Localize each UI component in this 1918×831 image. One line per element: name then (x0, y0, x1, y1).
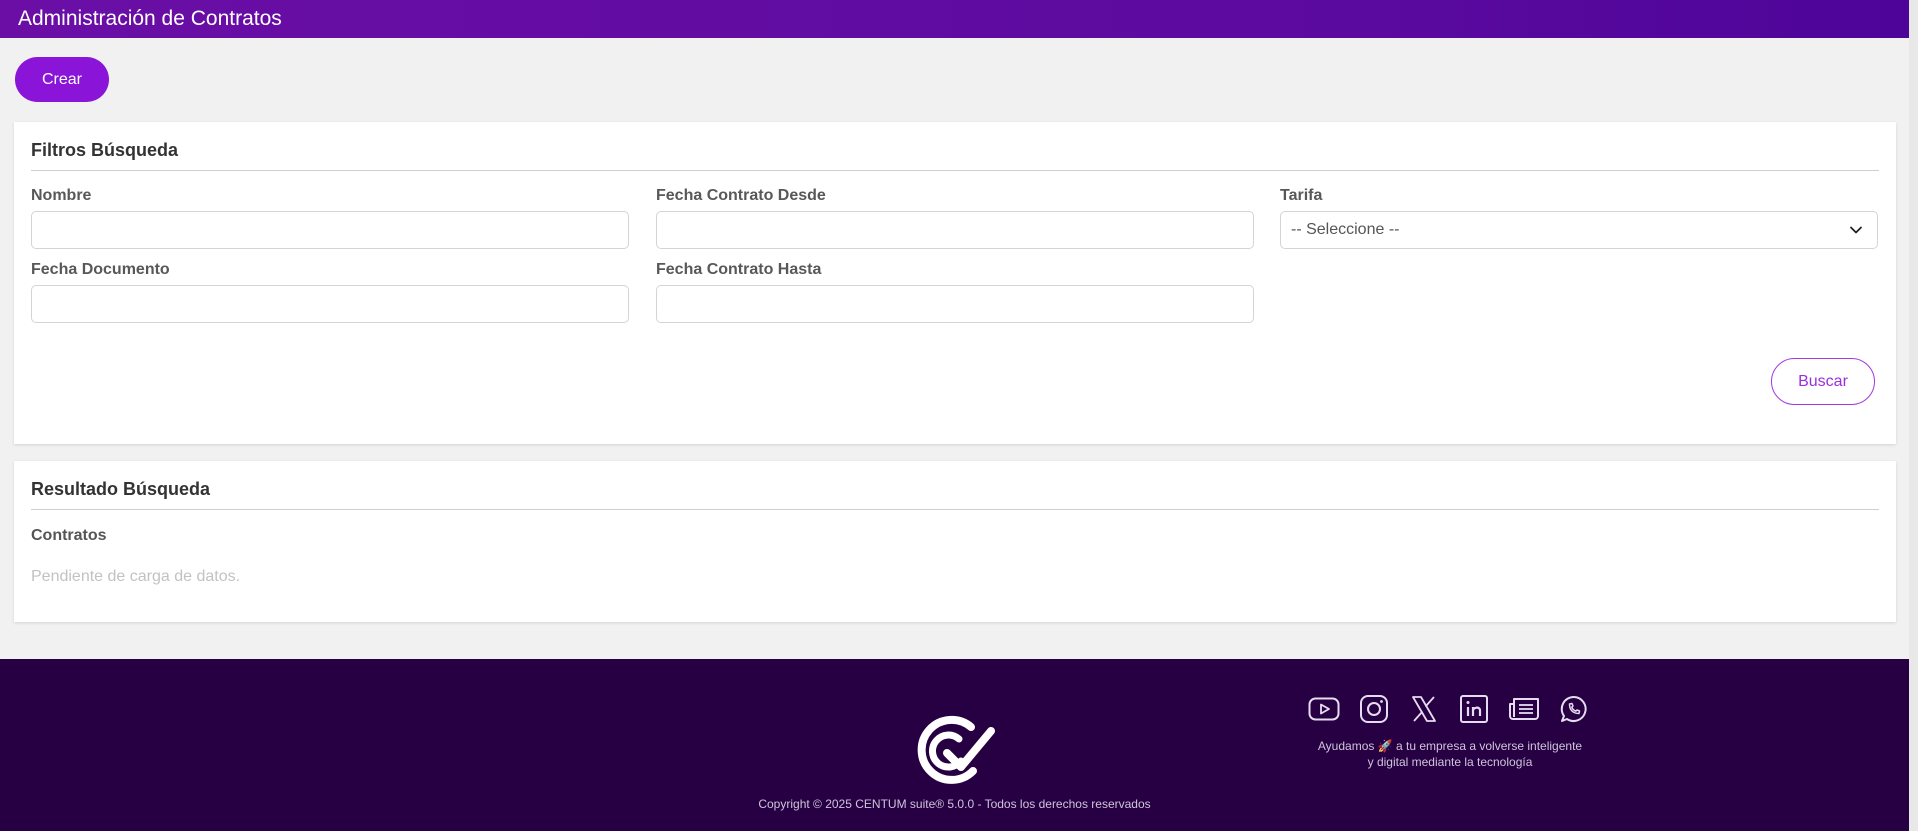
fecha-documento-label: Fecha Documento (31, 261, 170, 278)
fecha-contrato-desde-label: Fecha Contrato Desde (656, 187, 826, 204)
tarifa-selected-value: -- Seleccione -- (1291, 221, 1400, 238)
filters-divider (31, 170, 1879, 171)
copyright-label: Copyright © 2025 CENTUM suite® 5.0.0 - T… (758, 797, 1151, 811)
page-title: Administración de Contratos (18, 7, 282, 30)
contracts-subtitle: Contratos (31, 527, 107, 544)
search-filters-panel: Filtros Búsqueda Nombre Fecha Contrato D… (14, 122, 1896, 444)
fecha-contrato-hasta-label: Fecha Contrato Hasta (656, 261, 822, 278)
whatsapp-icon[interactable] (1557, 692, 1590, 725)
fecha-contrato-hasta-input[interactable] (656, 285, 1254, 323)
social-links (1307, 692, 1590, 725)
search-button[interactable]: Buscar (1771, 358, 1875, 405)
results-divider (31, 509, 1879, 510)
x-icon[interactable] (1407, 692, 1440, 725)
instagram-icon[interactable] (1357, 692, 1390, 725)
tagline-line-2: y digital mediante la tecnología (1367, 755, 1533, 769)
empty-results-message: Pendiente de carga de datos. (31, 568, 241, 585)
copyright-text: Copyright © 2025 CENTUM suite® 5.0.0 - T… (0, 797, 1909, 811)
vertical-scrollbar[interactable] (1909, 0, 1918, 831)
filters-title: Filtros Búsqueda (31, 140, 179, 160)
footer: Copyright © 2025 CENTUM suite® 5.0.0 - T… (0, 659, 1909, 831)
fecha-documento-input[interactable] (31, 285, 629, 323)
centum-logo-icon (917, 715, 995, 784)
youtube-icon[interactable] (1307, 692, 1340, 725)
results-title: Resultado Búsqueda (31, 479, 211, 499)
create-button[interactable]: Crear (15, 57, 109, 102)
footer-tagline: Ayudamos 🚀 a tu empresa a volverse intel… (1290, 738, 1610, 770)
fecha-contrato-desde-input[interactable] (656, 211, 1254, 249)
nombre-input[interactable] (31, 211, 629, 249)
news-icon[interactable] (1507, 692, 1540, 725)
linkedin-icon[interactable] (1457, 692, 1490, 725)
tarifa-select[interactable]: -- Seleccione -- (1280, 211, 1878, 249)
page: Administración de Contratos Crear Filtro… (0, 0, 1918, 831)
chevron-down-icon (1850, 226, 1862, 234)
nombre-label: Nombre (31, 187, 92, 204)
tarifa-label: Tarifa (1280, 187, 1323, 204)
search-results-panel: Resultado Búsqueda Contratos Pendiente d… (14, 461, 1896, 622)
tagline-line-1: Ayudamos 🚀 a tu empresa a volverse intel… (1317, 739, 1583, 753)
page-header: Administración de Contratos (0, 0, 1909, 38)
